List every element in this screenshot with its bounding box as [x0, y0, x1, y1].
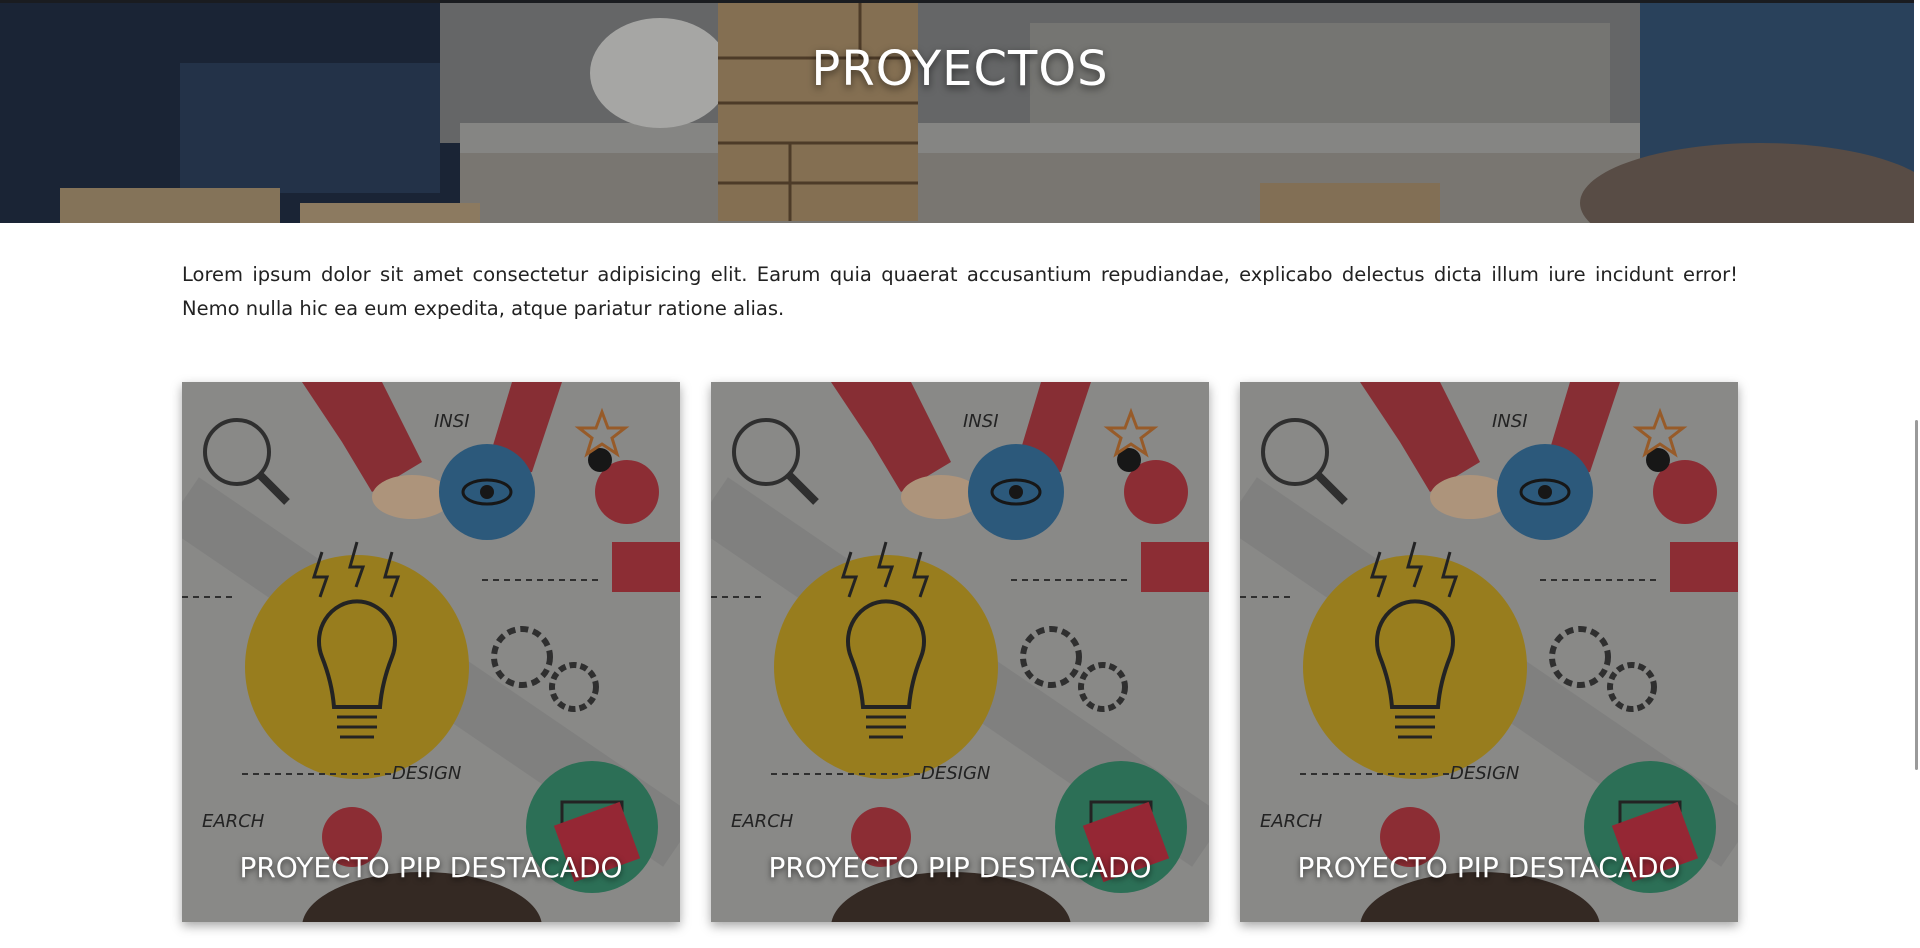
hero-dark-overlay — [0, 3, 1920, 223]
project-card[interactable]: INSI DESIGN EARCH PROYECTO PIP DESTACADO — [182, 382, 680, 922]
card-title[interactable]: PROYECTO PIP DESTACADO — [711, 851, 1209, 884]
card-overlay — [182, 382, 680, 922]
card-overlay — [1240, 382, 1738, 922]
intro-paragraph: Lorem ipsum dolor sit amet consectetur a… — [182, 263, 1738, 320]
hero-banner: PROYECTOS — [0, 0, 1920, 223]
card-title[interactable]: PROYECTO PIP DESTACADO — [1240, 851, 1738, 884]
page-title: PROYECTOS — [811, 41, 1109, 97]
page-scrollbar-thumb[interactable] — [1915, 420, 1918, 770]
project-card[interactable]: INSI DESIGN EARCH PROYECTO PIP DESTACADO — [1240, 382, 1738, 922]
project-card[interactable]: INSI DESIGN EARCH PROYECTO PIP DESTACADO — [711, 382, 1209, 922]
card-title[interactable]: PROYECTO PIP DESTACADO — [182, 851, 680, 884]
card-overlay — [711, 382, 1209, 922]
